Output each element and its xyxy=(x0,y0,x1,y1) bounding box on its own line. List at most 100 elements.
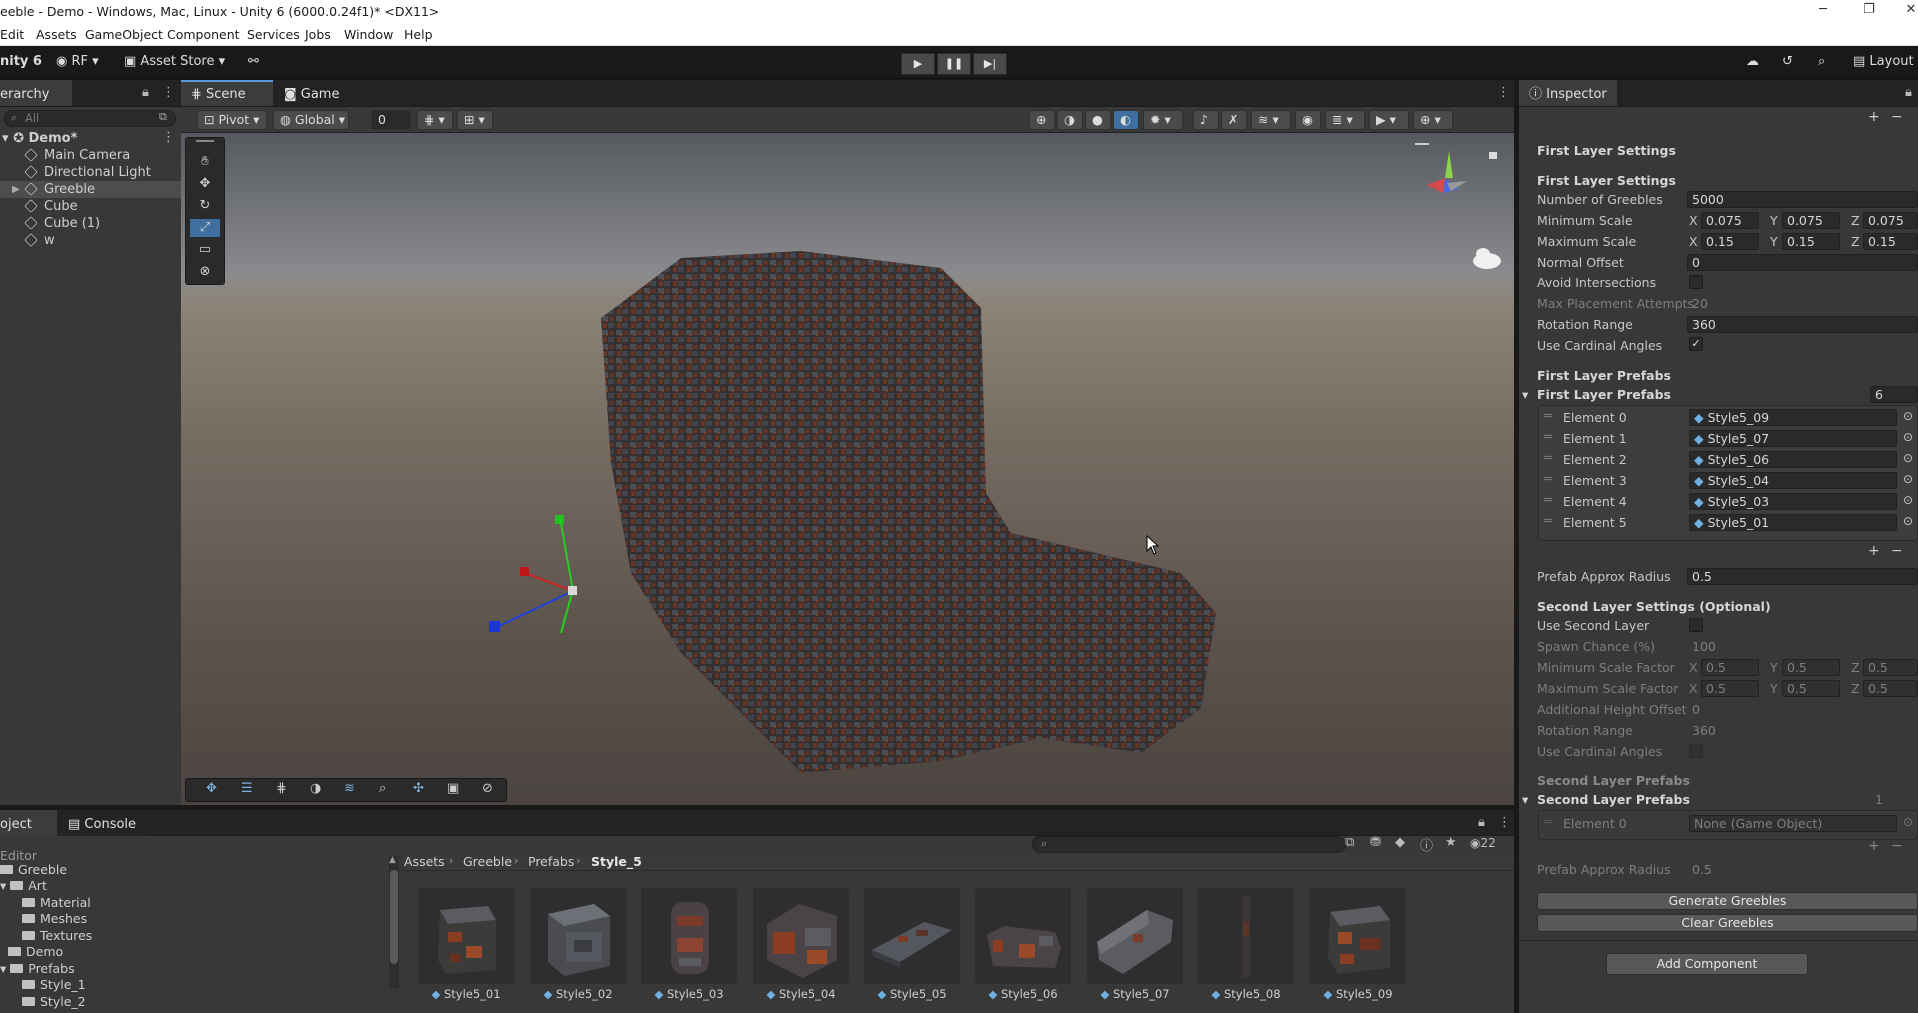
add-element-icon[interactable]: + xyxy=(1868,543,1880,559)
scene-more-icon[interactable]: ⋮ xyxy=(162,130,175,145)
grid-snap-input[interactable]: 0 xyxy=(371,110,411,130)
object-field[interactable]: None (Game Object) xyxy=(1689,815,1897,832)
global-dropdown[interactable]: ◍ Global ▾ xyxy=(273,110,349,130)
object-picker-icon[interactable]: ⊙ xyxy=(1903,514,1913,528)
gizmos-icon[interactable]: ⊕ ▾ xyxy=(1413,110,1453,130)
pivot-dropdown[interactable]: ⊡ Pivot ▾ xyxy=(197,110,267,130)
hierarchy-item-main-camera[interactable]: Main Camera xyxy=(24,147,130,164)
lock-icon[interactable]: 🔒︎ xyxy=(1905,85,1912,100)
min-factor-y[interactable]: 0.5 xyxy=(1782,659,1840,676)
asset-thumbnail[interactable] xyxy=(530,888,626,984)
add-icon[interactable]: + xyxy=(1868,109,1880,125)
snap-increment-icon[interactable]: ⊞ ▾ xyxy=(457,110,493,130)
object-field[interactable]: ◆ Style5_01 xyxy=(1689,514,1897,531)
scene-viewport[interactable] xyxy=(181,133,1514,805)
use-second-layer-checkbox[interactable] xyxy=(1689,618,1703,632)
account-button[interactable]: ◉ RF ▾ xyxy=(56,54,99,69)
height-offset-field[interactable]: 0 xyxy=(1687,701,1918,718)
tree-item-textures[interactable]: Textures xyxy=(22,928,92,944)
version-control-icon[interactable]: ⚯ xyxy=(248,54,259,69)
pause-button[interactable]: ❚❚ xyxy=(937,53,971,75)
hierarchy-item-cube-1[interactable]: Cube (1) xyxy=(24,215,100,232)
hand-tool-icon[interactable]: ✋︎ xyxy=(190,153,220,171)
search-icon[interactable]: ⌕ xyxy=(1818,54,1825,69)
asset-thumbnail[interactable] xyxy=(1310,888,1406,984)
lock-icon[interactable]: 🔒︎ xyxy=(142,85,149,100)
breadcrumb-assets[interactable]: Assets xyxy=(404,854,445,869)
menu-services[interactable]: Services xyxy=(247,27,300,42)
menu-edit[interactable]: Edit xyxy=(0,27,24,42)
layout-button[interactable]: ▤ Layout xyxy=(1853,54,1914,69)
tree-scrollbar[interactable] xyxy=(389,856,399,988)
max-factor-z[interactable]: 0.5 xyxy=(1863,680,1918,697)
tree-item-art[interactable]: ▾ Art xyxy=(0,878,47,894)
camera-icon[interactable]: ▶ ▾ xyxy=(1369,110,1409,130)
tree-item-demo[interactable]: Demo xyxy=(8,944,63,960)
project-search-input[interactable]: ⌕ xyxy=(1032,836,1346,853)
tree-item-meshes[interactable]: Meshes xyxy=(22,911,87,927)
foldout-arrow-icon[interactable]: ▾ xyxy=(1522,792,1528,807)
drag-handle-icon[interactable]: ═ xyxy=(1544,430,1552,445)
create-filter-icon[interactable]: ⧉ xyxy=(1345,835,1354,850)
play-button[interactable]: ▶ xyxy=(901,53,935,75)
asset-store-button[interactable]: ▣ Asset Store ▾ xyxy=(124,54,225,69)
asset-thumbnail[interactable] xyxy=(753,888,849,984)
remove-element-icon[interactable]: − xyxy=(1891,543,1903,559)
menu-jobs[interactable]: Jobs xyxy=(305,27,331,42)
move-tool-icon[interactable]: ✥ xyxy=(190,175,220,193)
filter-icon[interactable]: ⧉ xyxy=(159,110,167,124)
cloud-icon[interactable]: ☁ xyxy=(1746,54,1759,69)
lit-icon[interactable]: ● xyxy=(1085,110,1111,130)
drag-handle-icon[interactable]: ═ xyxy=(1544,409,1552,424)
add-element-icon[interactable]: + xyxy=(1868,838,1880,854)
rotation-range-2-field[interactable]: 360 xyxy=(1687,722,1918,739)
hidden-packages-toggle[interactable]: ◉22 xyxy=(1470,836,1496,850)
prefab-count-2-field[interactable]: 1 xyxy=(1870,791,1918,808)
object-field[interactable]: ◆ Style5_06 xyxy=(1689,451,1897,468)
hierarchy-item-cube[interactable]: Cube xyxy=(24,198,78,215)
tab-game[interactable]: ◙ Game xyxy=(274,80,354,106)
prefab-count-field[interactable]: 6 xyxy=(1870,386,1918,403)
minimize-icon[interactable]: ─ xyxy=(1808,2,1838,22)
drag-handle-icon[interactable]: ═ xyxy=(1544,493,1552,508)
add-component-button[interactable]: Add Component xyxy=(1606,953,1808,975)
object-field[interactable]: ◆ Style5_03 xyxy=(1689,493,1897,510)
menu-gameobject[interactable]: GameObject xyxy=(85,27,163,42)
object-field[interactable]: ◆ Style5_09 xyxy=(1689,409,1897,426)
label-filter-icon[interactable]: ◆ xyxy=(1395,835,1405,850)
draw-mode-icon[interactable]: ⊕ xyxy=(1029,110,1055,130)
tab-inspector[interactable]: ⓘ Inspector xyxy=(1519,80,1617,106)
max-scale-y[interactable]: 0.15 xyxy=(1782,233,1840,250)
hierarchy-item-greeble[interactable]: ▶ Greeble xyxy=(0,181,181,198)
compass-icon[interactable]: ⊘ xyxy=(482,781,493,796)
drag-handle-icon[interactable]: ═ xyxy=(1544,514,1552,529)
number-of-greebles-field[interactable]: 5000 xyxy=(1687,191,1918,208)
breadcrumb-greeble[interactable]: Greeble xyxy=(463,854,512,869)
gizmo-z-handle[interactable] xyxy=(489,621,500,632)
min-scale-y[interactable]: 0.075 xyxy=(1782,212,1840,229)
menu-assets[interactable]: Assets xyxy=(36,27,77,42)
more-icon[interactable]: ⋮ xyxy=(162,85,175,100)
asset-thumbnail[interactable] xyxy=(641,888,737,984)
tab-console[interactable]: ▤ Console xyxy=(58,810,148,836)
effects-icon[interactable]: ✹ ▾ xyxy=(1143,110,1183,130)
pan-icon[interactable]: ✣ xyxy=(413,781,424,796)
gizmo-x-handle[interactable] xyxy=(520,567,529,576)
gizmo-z-axis[interactable] xyxy=(498,590,574,627)
grid-toggle-icon[interactable]: ⋕ ▾ xyxy=(417,110,453,130)
tab-scene[interactable]: ⋕ Scene xyxy=(181,80,273,106)
gizmo-y-axis[interactable] xyxy=(560,592,573,634)
shading-icon[interactable]: ◑ xyxy=(310,781,321,796)
favorite-icon[interactable]: ★ xyxy=(1445,835,1457,850)
drag-handle-icon[interactable]: ═ xyxy=(1544,472,1552,487)
prefab-approx-radius-field[interactable]: 0.5 xyxy=(1687,568,1918,585)
object-picker-icon[interactable]: ⊙ xyxy=(1903,815,1913,829)
min-factor-z[interactable]: 0.5 xyxy=(1863,659,1918,676)
normal-offset-field[interactable]: 0 xyxy=(1687,254,1918,271)
transform-tool-icon[interactable]: ⊗ xyxy=(190,263,220,281)
maximize-icon[interactable]: ❐ xyxy=(1854,2,1884,22)
layers-icon[interactable]: ≋ ▾ xyxy=(1251,110,1291,130)
object-picker-icon[interactable]: ⊙ xyxy=(1903,493,1913,507)
scrollbar-thumb[interactable] xyxy=(390,870,398,964)
type-filter-icon[interactable]: ⛃ xyxy=(1370,835,1381,850)
